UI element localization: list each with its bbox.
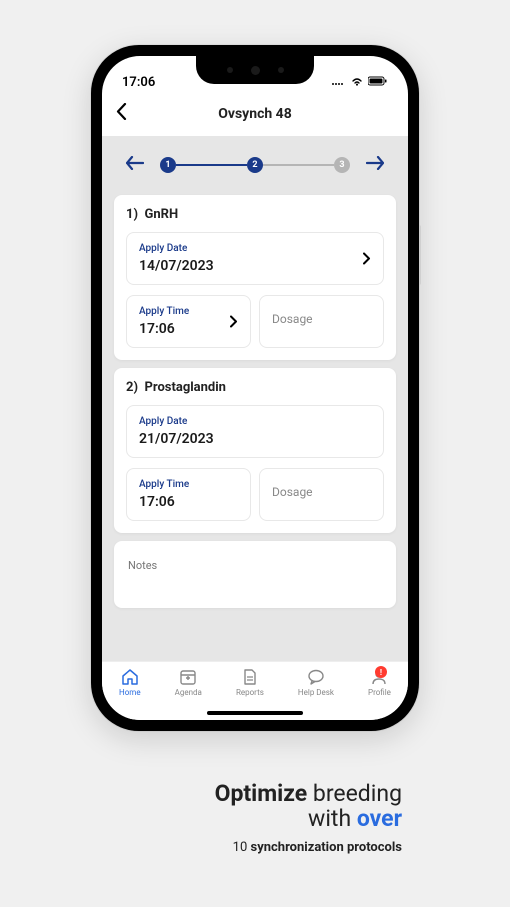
marketing-line2: with over [0,805,402,832]
apply-date-field-2[interactable]: Apply Date 21/07/2023 [126,405,384,458]
stepper-prev-button[interactable] [126,154,144,175]
status-right [332,75,388,90]
dosage-placeholder-2: Dosage [272,479,371,499]
nav-profile[interactable]: ! Profile [368,668,391,697]
apply-time-value-1: 17:06 [139,321,238,337]
step-dot-3[interactable]: 3 [334,157,350,173]
chevron-right-icon [363,249,371,268]
nav-helpdesk-label: Help Desk [298,688,334,697]
phone-screen: 17:06 Ovsynch 48 [102,56,408,720]
protocol-stepper: 1 2 3 [102,136,408,187]
stepper-track: 1 2 3 [160,157,350,173]
step-title-2: 2) Prostaglandin [126,380,384,395]
protocol-step-card-1: 1) GnRH Apply Date 14/07/2023 Apply Time… [114,195,396,360]
protocol-step-card-2: 2) Prostaglandin Apply Date 21/07/2023 A… [114,368,396,533]
step-dot-2[interactable]: 2 [247,157,263,173]
battery-icon [368,75,388,90]
notch [196,56,314,84]
notes-field[interactable]: Notes [114,541,396,608]
dosage-placeholder-1: Dosage [272,306,371,326]
nav-agenda[interactable]: Agenda [175,668,202,697]
notes-label: Notes [128,559,157,572]
nav-home-label: Home [119,688,141,697]
notch-sensor-dot [278,67,284,73]
nav-reports[interactable]: Reports [236,668,264,697]
back-button[interactable] [116,103,127,125]
step-line-1 [176,164,247,166]
marketing-with: with [308,805,357,832]
step-num-2: 2) [126,380,138,395]
wifi-icon [350,75,364,90]
apply-time-field-2[interactable]: Apply Time 17:06 [126,468,251,521]
stepper-next-button[interactable] [366,154,384,175]
apply-date-field-1[interactable]: Apply Date 14/07/2023 [126,232,384,285]
dosage-field-2[interactable]: Dosage [259,468,384,521]
marketing-text: Optimize breeding with over 10 synchroni… [0,780,510,855]
profile-badge: ! [375,666,387,678]
nav-agenda-label: Agenda [175,688,202,697]
content-area[interactable]: 1 2 3 1) GnRH Apply Date 14/07 [102,136,408,661]
step-line-2 [263,164,334,166]
apply-date-label-1: Apply Date [139,243,371,254]
apply-date-label-2: Apply Date [139,416,371,427]
step-dot-1[interactable]: 1 [160,157,176,173]
marketing-word-optimize: Optimize [215,780,308,807]
apply-time-label-2: Apply Time [139,479,238,490]
nav-home[interactable]: Home [119,668,141,697]
marketing-line1: Optimize breeding [0,780,402,807]
marketing-over: over [357,805,402,832]
marketing-protocols: synchronization protocols [251,840,402,855]
chat-icon [307,668,325,686]
cellular-icon [332,75,346,90]
app-header: Ovsynch 48 [102,92,408,136]
apply-time-label-1: Apply Time [139,306,238,317]
apply-time-value-2: 17:06 [139,494,238,510]
step-name-1: GnRH [145,207,179,222]
notch-camera-dot [251,66,260,75]
chevron-right-icon [230,312,238,331]
apply-date-value-2: 21/07/2023 [139,431,371,447]
nav-profile-label: Profile [368,688,391,697]
nav-helpdesk[interactable]: Help Desk [298,668,334,697]
dosage-field-1[interactable]: Dosage [259,295,384,348]
phone-frame: 17:06 Ovsynch 48 [91,45,419,731]
home-icon [121,668,139,686]
page-title: Ovsynch 48 [218,106,292,122]
apply-time-field-1[interactable]: Apply Time 17:06 [126,295,251,348]
step-name-2: Prostaglandin [145,380,226,395]
step-title-1: 1) GnRH [126,207,384,222]
apply-date-value-1: 14/07/2023 [139,258,371,274]
notch-speaker-dot [227,67,233,73]
marketing-word-breeding: breeding [307,780,402,807]
marketing-line3: 10 synchronization protocols [0,840,402,855]
home-indicator[interactable] [207,711,303,715]
calendar-icon [179,668,197,686]
document-icon [241,668,259,686]
side-button [419,225,421,285]
nav-reports-label: Reports [236,688,264,697]
marketing-count: 10 [233,840,251,855]
status-time: 17:06 [122,75,155,90]
step-num-1: 1) [126,207,138,222]
